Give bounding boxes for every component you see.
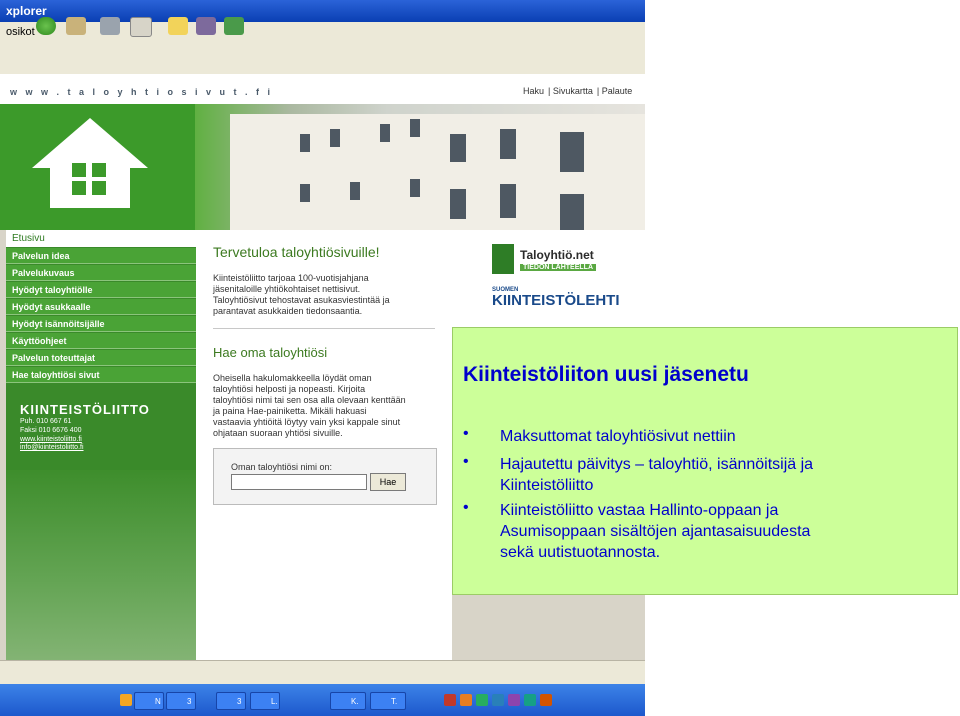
browser-toolbar <box>0 22 645 75</box>
link-palaute[interactable]: Palaute <box>602 86 633 96</box>
taloyhtio-house-icon <box>492 244 514 274</box>
link-haku[interactable]: Haku <box>523 86 544 96</box>
link-sivukartta[interactable]: Sivukartta <box>553 86 593 96</box>
search-description: Oheisella hakulomakkeella löydät oman ta… <box>213 373 406 438</box>
taskbar-item-6[interactable]: T. <box>370 692 406 710</box>
taskbar-item-5[interactable]: K. <box>330 692 366 710</box>
taskbar-item-1[interactable]: N <box>134 692 164 710</box>
bullet-icon: • <box>463 499 469 516</box>
site-top-links: Haku | Sivukartta | Palaute <box>523 86 633 96</box>
taloyhtio-tagline: TIEDON LÄHTEELLÄ <box>520 264 596 271</box>
contact-phone: Puh. 010 667 61 <box>20 418 72 425</box>
sidebar-item-palvelun-idea[interactable]: Palvelun idea <box>6 248 196 264</box>
sidebar-item-hyodyt-isannoitsijalle[interactable]: Hyödyt isännöitsijälle <box>6 316 196 332</box>
tray-icon-4[interactable] <box>492 694 504 706</box>
folder-icon[interactable] <box>168 17 188 35</box>
tray-icon-1[interactable] <box>444 694 456 706</box>
sidebar-item-hyodyt-taloyhtiolle[interactable]: Hyödyt taloyhtiölle <box>6 282 196 298</box>
search-label: Oman taloyhtiösi nimi on: <box>231 462 333 472</box>
tray-icon-3[interactable] <box>476 694 488 706</box>
taloyhtio-logo-text[interactable]: Taloyhtiö.net <box>520 248 594 262</box>
bullet-icon: • <box>463 425 469 442</box>
back-icon[interactable] <box>36 17 56 35</box>
callout-title: Kiinteistöliiton uusi jäsenetu <box>463 363 749 386</box>
tray-icon-7[interactable] <box>540 694 552 706</box>
bullet-text-2: Hajautettu päivitys – taloyhtiö, isännöi… <box>500 456 814 494</box>
sidebar-item-palvelun-toteuttajat[interactable]: Palvelun toteuttajat <box>6 350 196 366</box>
welcome-text: Kiinteistöliitto tarjoaa 100-vuotisjahja… <box>213 273 390 316</box>
sidebar-item-etusivu[interactable]: Etusivu <box>6 230 196 247</box>
taskbar-item-4[interactable]: L. <box>250 692 280 710</box>
sidebar-item-hyodyt-asukkaalle[interactable]: Hyödyt asukkaalle <box>6 299 196 315</box>
contact-web-link[interactable]: www.kiinteistoliitto.fi <box>20 436 82 443</box>
edit-icon[interactable] <box>130 17 152 37</box>
search-input[interactable] <box>231 474 367 490</box>
mail-icon[interactable] <box>66 17 86 35</box>
tray-icon-6[interactable] <box>524 694 536 706</box>
taskbar-item-3[interactable]: 3 <box>216 692 246 710</box>
tray-icon-5[interactable] <box>508 694 520 706</box>
house-logo-icon <box>32 118 148 208</box>
window-title: xplorer <box>0 0 645 22</box>
sidebar-item-hae-taloyhtiosi[interactable]: Hae taloyhtiösi sivut <box>6 367 196 383</box>
site-url[interactable]: w w w . t a l o y h t i o s i v u t . f … <box>10 87 273 97</box>
sidebar-photo <box>6 470 196 660</box>
toolbar-label[interactable]: osikot <box>6 26 35 38</box>
welcome-title: Tervetuloa taloyhtiösivuille! <box>213 244 380 260</box>
sidebar-item-kayttoohjeet[interactable]: Käyttöohjeet <box>6 333 196 349</box>
status-bar <box>0 660 645 685</box>
contact-fax: Faksi 010 6676 400 <box>20 427 82 434</box>
bullet-text-3: Kiinteistöliitto vastaa Hallinto-oppaan … <box>500 502 811 561</box>
messenger-icon[interactable] <box>224 17 244 35</box>
kiinteistolehti-logo[interactable]: KIINTEISTÖLEHTI <box>492 292 620 309</box>
contact-email-link[interactable]: info@kiinteistoliitto.fi <box>20 444 84 451</box>
tray-icon-2[interactable] <box>460 694 472 706</box>
taskbar-item-2[interactable]: 3 <box>166 692 196 710</box>
bullet-icon: • <box>463 453 469 470</box>
bullet-text-1: Maksuttomat taloyhtiösivut nettiin <box>500 428 736 445</box>
search-title: Hae oma taloyhtiösi <box>213 345 328 360</box>
sidebar-item-palvelukuvaus[interactable]: Palvelukuvaus <box>6 265 196 281</box>
search-button[interactable]: Hae <box>370 473 406 491</box>
divider <box>213 328 435 329</box>
research-icon[interactable] <box>196 17 216 35</box>
taskbar-app-icon[interactable] <box>120 694 132 706</box>
right-column <box>452 230 645 330</box>
print-icon[interactable] <box>100 17 120 35</box>
kiinteistoliitto-logo: KIINTEISTÖLIITTO <box>20 402 150 417</box>
